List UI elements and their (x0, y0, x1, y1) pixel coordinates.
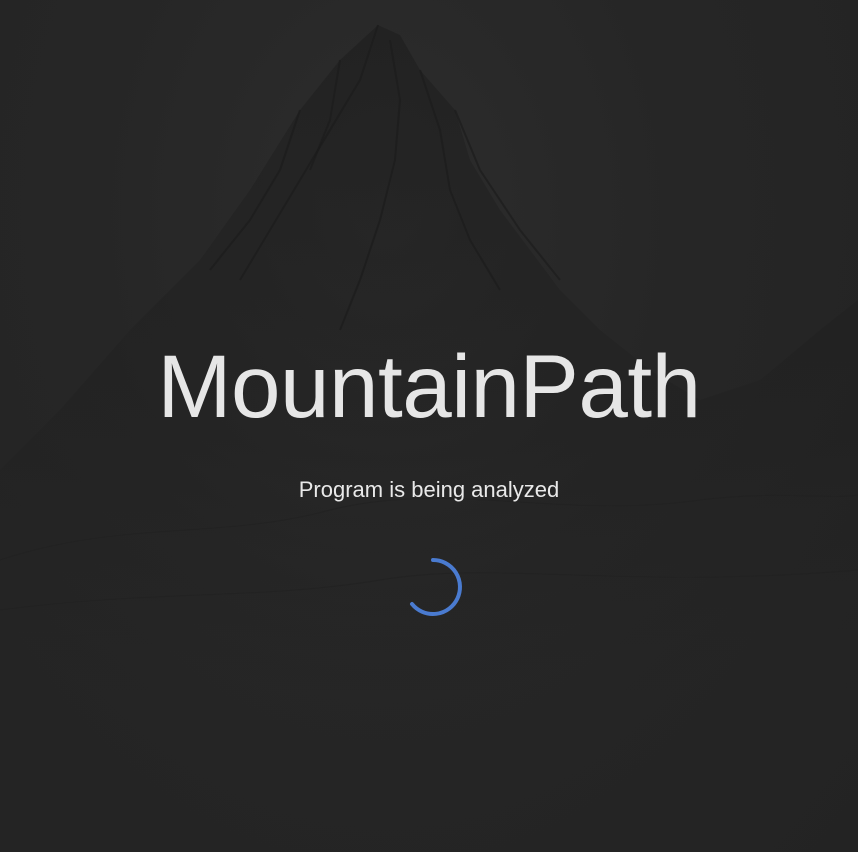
status-message: Program is being analyzed (298, 477, 560, 502)
app-title: MountainPath (157, 336, 701, 436)
spinner-icon (403, 557, 463, 617)
loading-screen: MountainPath Program is being analyzed (0, 0, 858, 852)
